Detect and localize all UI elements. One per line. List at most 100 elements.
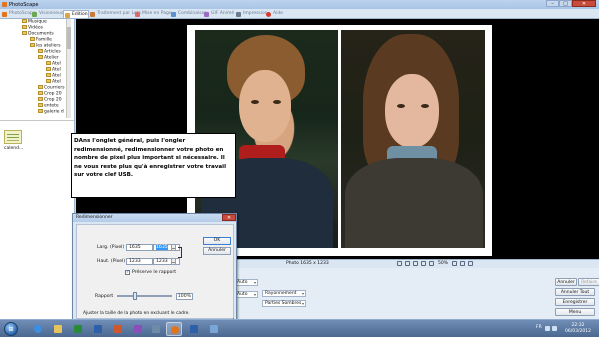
taskbar-excel[interactable] — [70, 322, 86, 336]
photoscape-app-icon — [2, 2, 7, 7]
taskbar-app[interactable] — [130, 322, 146, 336]
tab-combinaison[interactable]: Combinaison — [170, 10, 207, 18]
word-icon — [94, 325, 102, 333]
taskbar-explorer[interactable] — [50, 322, 66, 336]
dark-parts-combo[interactable]: Parties Sombres — [262, 300, 306, 307]
folder-icon — [38, 85, 43, 89]
ratio-input[interactable]: 100% — [176, 293, 193, 300]
zoom-in-icon[interactable] — [413, 261, 418, 266]
width-spinner[interactable] — [171, 244, 176, 251]
window-title: PhotoScape — [9, 2, 39, 8]
folder-icon — [46, 67, 51, 71]
folder-icon — [46, 73, 51, 77]
folder-icon — [38, 55, 43, 59]
zoom-in-icon[interactable] — [452, 261, 457, 266]
height-label: Haut. (Pixel) — [97, 259, 126, 264]
undo-all-button[interactable]: Annuler Tout — [555, 288, 595, 296]
folder-icon — [30, 43, 35, 47]
taskbar-word[interactable] — [90, 322, 106, 336]
cancel-button[interactable]: Annuler — [203, 247, 231, 255]
editor-icon — [65, 12, 70, 18]
system-clock[interactable]: 22:32 06/03/2012 — [560, 323, 596, 334]
undo-button[interactable]: Annuler — [555, 278, 577, 286]
ratio-label: Rapport — [95, 294, 114, 299]
height-spinner[interactable] — [171, 258, 176, 265]
width-label: Larg. (Pixel) — [97, 245, 125, 250]
photoscape-icon — [2, 11, 7, 17]
zoom-out-icon[interactable] — [460, 261, 465, 266]
folder-icon — [46, 79, 51, 83]
keep-ratio-checkbox[interactable]: ✓ — [125, 270, 130, 275]
taskbar-media[interactable] — [148, 322, 164, 336]
magnifier-icon[interactable] — [429, 261, 434, 266]
tree-scrollbar[interactable] — [66, 19, 71, 118]
ok-button[interactable]: OK — [203, 237, 231, 245]
folder-icon — [22, 31, 27, 35]
menu-button[interactable]: Menu — [555, 308, 595, 316]
photoscape-icon — [171, 326, 179, 334]
media-icon — [152, 325, 160, 333]
tab-edition[interactable]: Edition — [63, 10, 89, 18]
zoom-out-icon[interactable] — [405, 261, 410, 266]
taskbar-photoscape[interactable] — [166, 322, 182, 336]
tree-item[interactable]: galerie d — [38, 109, 64, 115]
save-button[interactable]: Enregistrer — [555, 298, 595, 306]
folder-icon — [46, 61, 51, 65]
thumbnail-list: calend... — [0, 120, 74, 319]
taskbar-ie[interactable] — [30, 322, 46, 336]
tab-visionneuse[interactable]: Visionneuse — [31, 10, 66, 18]
original-width-field: 1635 — [126, 244, 153, 251]
close-button[interactable]: ✕ — [572, 0, 596, 7]
folder-tree: Musique Vidéos Documents Famille les ate… — [0, 19, 72, 118]
minimize-button[interactable]: – — [546, 0, 559, 7]
word-icon — [190, 325, 198, 333]
dialog-title: Redimensionner — [73, 214, 236, 222]
dialog-close-button[interactable]: ✕ — [222, 214, 236, 221]
help-icon — [266, 11, 271, 17]
keep-ratio-label: Préserve le rapport — [132, 270, 177, 275]
print-icon — [236, 11, 241, 17]
taskbar: ⊞ FR 22:32 06/03/2012 — [0, 319, 599, 337]
folder-icon — [22, 19, 27, 23]
thumbnail-image[interactable] — [4, 130, 22, 144]
app-icon — [134, 325, 142, 333]
start-button[interactable]: ⊞ — [4, 322, 18, 336]
folder-icon — [30, 37, 35, 41]
maximize-button[interactable]: □ — [559, 0, 572, 7]
combine-icon — [171, 11, 176, 17]
title-bar: PhotoScape – □ ✕ — [0, 0, 599, 9]
fit-icon[interactable] — [397, 261, 402, 266]
folder-icon — [22, 25, 27, 29]
excel-icon — [74, 325, 82, 333]
tab-impression[interactable]: Impression — [235, 10, 268, 18]
language-indicator[interactable]: FR — [536, 325, 542, 330]
auto-contrast-combo[interactable]: Auto — [234, 291, 258, 298]
taskbar-photo-viewer[interactable] — [206, 322, 222, 336]
tab-aide[interactable]: Aide — [265, 10, 283, 18]
scrollbar-thumb[interactable] — [67, 27, 71, 49]
folder-icon — [38, 49, 43, 53]
network-icon[interactable] — [545, 326, 550, 331]
left-panel: Musique Vidéos Documents Famille les ate… — [0, 19, 75, 319]
taskbar-word-doc[interactable] — [186, 322, 202, 336]
photo-girl — [341, 30, 485, 248]
viewer-icon — [32, 11, 37, 17]
page-icon — [135, 11, 140, 17]
taskbar-powerpoint[interactable] — [110, 322, 126, 336]
dialog-hint: Ajuster la taille de la photo en excluan… — [83, 311, 190, 316]
gif-icon — [204, 11, 209, 17]
actual-size-icon[interactable] — [421, 261, 426, 266]
ratio-slider-thumb[interactable] — [133, 292, 137, 300]
powerpoint-icon — [114, 325, 122, 333]
backlight-combo[interactable]: Rayonnement — [262, 290, 306, 297]
tab-mise-en-page[interactable]: Mise en Page — [134, 10, 172, 18]
folder-icon — [38, 91, 43, 95]
ratio-slider-track[interactable] — [117, 295, 172, 297]
tab-gif-anime[interactable]: GIF Animé — [203, 10, 234, 18]
fullscreen-icon[interactable] — [468, 261, 473, 266]
instruction-note: DAns l'onglet général, puis l'ongler red… — [71, 133, 236, 198]
photo-viewer-icon — [210, 325, 218, 333]
auto-level-combo[interactable]: Auto — [234, 279, 258, 286]
redo-button[interactable]: Refaire — [578, 278, 599, 286]
volume-icon[interactable] — [552, 326, 557, 331]
